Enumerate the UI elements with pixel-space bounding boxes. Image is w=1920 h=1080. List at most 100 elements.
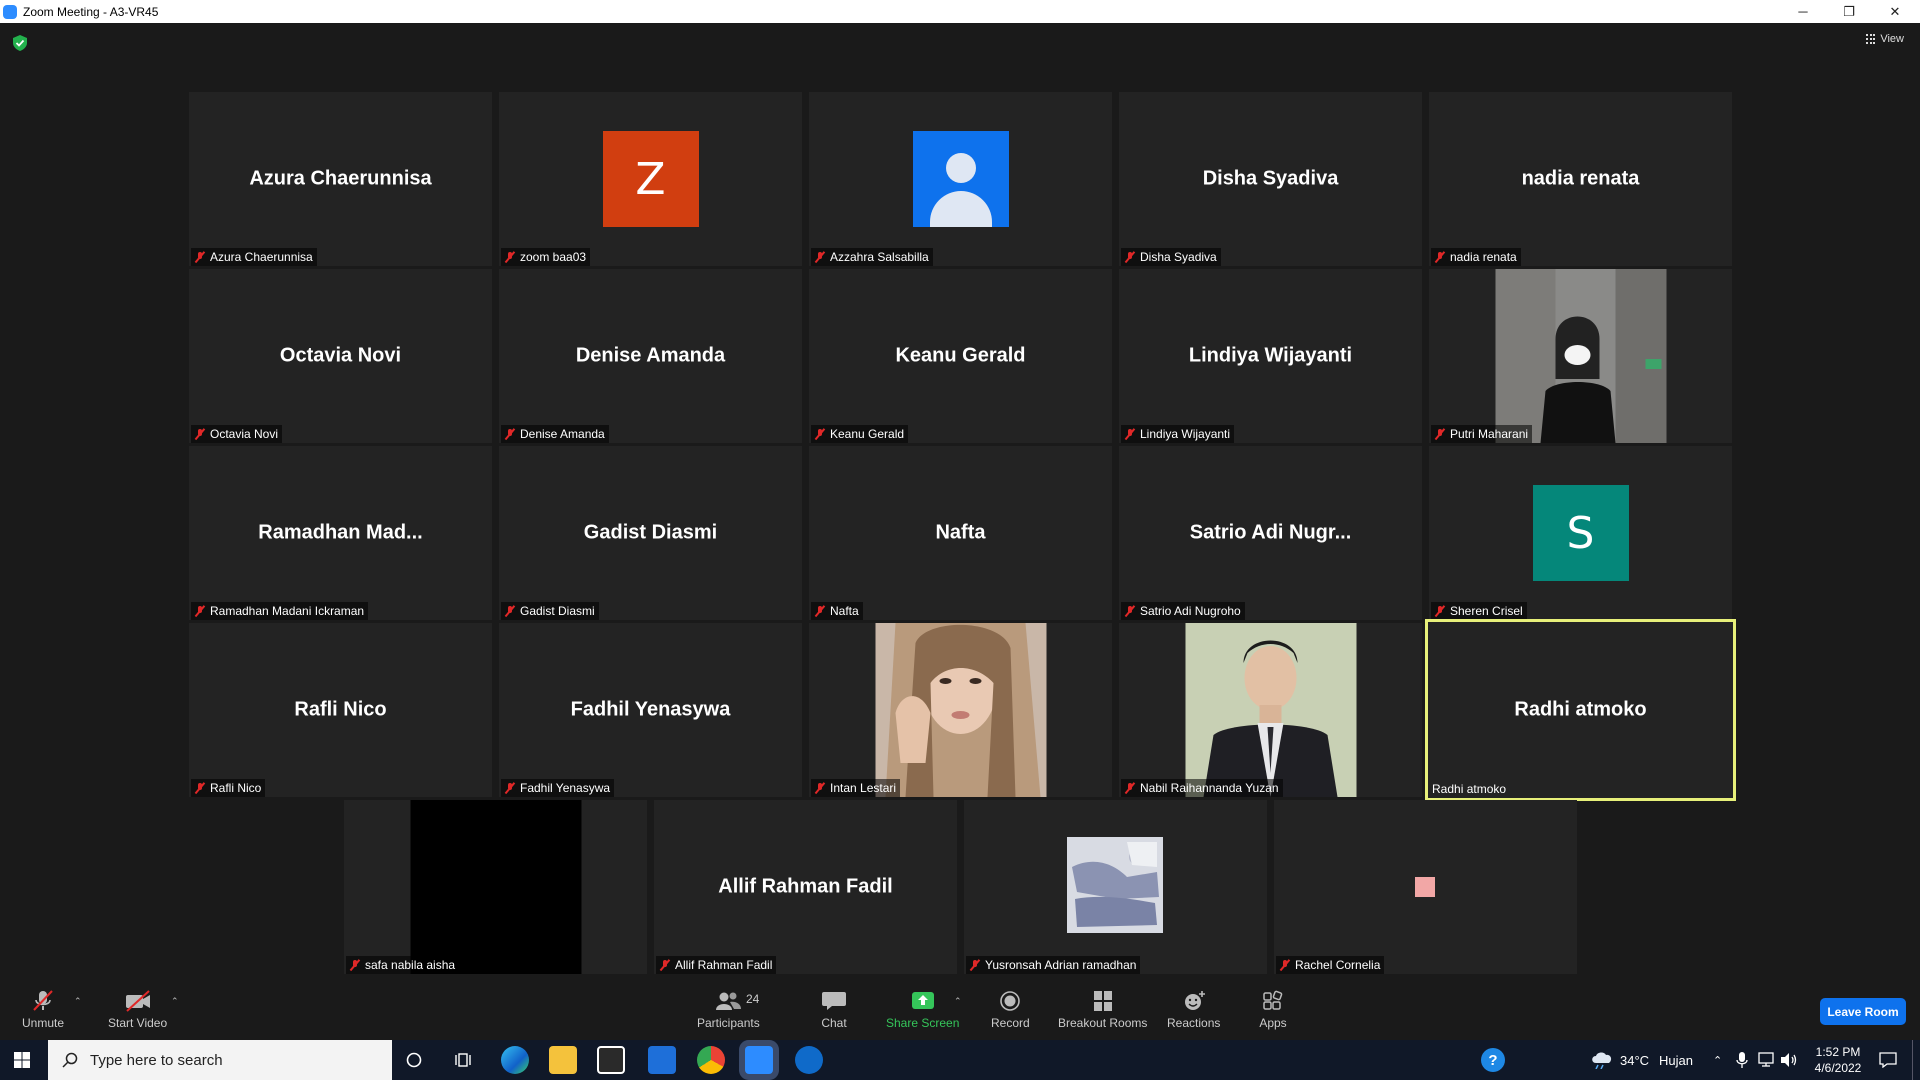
participant-tile[interactable]: safa nabila aisha	[344, 800, 647, 974]
name-label: Putri Maharani	[1431, 425, 1533, 443]
participant-display-name: Fadhil Yenasywa	[570, 698, 731, 721]
participant-tile[interactable]: Rafli Nico Rafli Nico	[189, 623, 492, 797]
tray-overflow-chevron-icon[interactable]: ⌃	[1713, 1040, 1722, 1080]
participant-display-name: Ramadhan Mad...	[258, 521, 423, 544]
taskbar-search-box[interactable]: Type here to search	[48, 1040, 392, 1080]
apps-button[interactable]: Apps	[1259, 990, 1287, 1030]
participant-tile[interactable]: Fadhil Yenasywa Fadhil Yenasywa	[499, 623, 802, 797]
cortana-icon[interactable]	[406, 1052, 422, 1068]
show-desktop-divider[interactable]	[1912, 1040, 1913, 1080]
participant-tile[interactable]: nadia renata nadia renata	[1429, 92, 1732, 266]
active-speaker-tile[interactable]: Radhi atmoko Radhi atmoko	[1425, 619, 1736, 801]
close-button[interactable]: ✕	[1872, 0, 1918, 23]
clock-time: 1:52 PM	[1815, 1045, 1861, 1059]
participant-tile[interactable]: Keanu Gerald Keanu Gerald	[809, 269, 1112, 443]
zoom-taskbar-icon[interactable]	[745, 1046, 773, 1074]
name-label: Gadist Diasmi	[501, 602, 599, 620]
help-icon[interactable]: ?	[1481, 1048, 1505, 1072]
chat-button[interactable]: Chat	[820, 990, 848, 1030]
microsoft-store-icon[interactable]	[597, 1046, 625, 1074]
participant-display-name: Disha Syadiva	[1202, 167, 1339, 190]
video-options-chevron-icon[interactable]: ⌃	[171, 996, 179, 1007]
participant-tile[interactable]: Putri Maharani	[1429, 269, 1732, 443]
reactions-button[interactable]: Reactions	[1167, 990, 1220, 1030]
notifications-icon[interactable]	[1879, 1052, 1897, 1068]
weather-widget[interactable]: 34°C Hujan	[1590, 1040, 1693, 1080]
participant-tile[interactable]: S Sheren Crisel	[1429, 446, 1732, 620]
participant-tile[interactable]: Yusronsah Adrian ramadhan	[964, 800, 1267, 974]
grid-view-icon	[1866, 34, 1876, 44]
teamviewer-icon[interactable]	[795, 1046, 823, 1074]
minimize-button[interactable]: ─	[1780, 0, 1826, 23]
name-label-text: Octavia Novi	[210, 427, 279, 441]
person-icon	[912, 131, 1009, 227]
avatar: Z	[602, 131, 699, 227]
muted-mic-icon	[504, 251, 516, 263]
windows-start-icon[interactable]	[14, 1052, 30, 1068]
muted-mic-icon	[33, 990, 53, 1011]
muted-mic-icon	[969, 959, 981, 971]
participants-icon	[716, 992, 742, 1010]
mail-icon[interactable]	[648, 1046, 676, 1074]
record-button[interactable]: Record	[991, 990, 1030, 1030]
muted-mic-icon	[504, 428, 516, 440]
participant-tile[interactable]: Lindiya Wijayanti Lindiya Wijayanti	[1119, 269, 1422, 443]
rain-cloud-icon	[1592, 1052, 1612, 1069]
name-label-text: nadia renata	[1450, 250, 1517, 264]
window-title: Zoom Meeting - A3-VR45	[23, 4, 159, 19]
file-explorer-icon[interactable]	[549, 1046, 577, 1074]
leave-room-button[interactable]: Leave Room	[1820, 998, 1906, 1025]
muted-mic-icon	[1124, 428, 1136, 440]
participant-display-name: Lindiya Wijayanti	[1188, 344, 1353, 367]
name-label-text: Rafli Nico	[210, 781, 262, 795]
name-label-text: Allif Rahman Fadil	[675, 958, 773, 972]
participant-tile[interactable]: Ramadhan Mad... Ramadhan Madani Ickraman	[189, 446, 492, 620]
unmute-button[interactable]: Unmute	[22, 990, 64, 1030]
name-label: Keanu Gerald	[811, 425, 909, 443]
participant-tile[interactable]: Allif Rahman Fadil Allif Rahman Fadil	[654, 800, 957, 974]
name-label-text: Denise Amanda	[520, 427, 605, 441]
participant-tile[interactable]: Nafta Nafta	[809, 446, 1112, 620]
participant-tile[interactable]: Disha Syadiva Disha Syadiva	[1119, 92, 1422, 266]
view-button[interactable]: View	[1866, 33, 1904, 45]
microphone-icon[interactable]	[1736, 1052, 1748, 1068]
security-shield-icon[interactable]	[13, 35, 27, 51]
volume-icon[interactable]	[1780, 1052, 1798, 1068]
edge-browser-icon[interactable]	[501, 1046, 529, 1074]
audio-options-chevron-icon[interactable]: ⌃	[74, 996, 82, 1007]
breakout-rooms-button[interactable]: Breakout Rooms	[1058, 990, 1147, 1030]
participant-tile[interactable]: Azzahra Salsabilla	[809, 92, 1112, 266]
muted-mic-icon	[814, 251, 826, 263]
share-screen-button[interactable]: Share Screen	[886, 990, 959, 1030]
participant-tile[interactable]: Intan Lestari	[809, 623, 1112, 797]
restore-button[interactable]: ❐	[1826, 0, 1872, 23]
task-view-icon[interactable]	[454, 1051, 472, 1069]
name-label: Denise Amanda	[501, 425, 609, 443]
zoom-app-icon	[3, 4, 17, 19]
name-label: Nafta	[811, 602, 863, 620]
participant-tile[interactable]: Rachel Cornelia	[1274, 800, 1577, 974]
name-label: Disha Syadiva	[1121, 248, 1221, 266]
muted-mic-icon	[1434, 428, 1446, 440]
participant-tile[interactable]: Gadist Diasmi Gadist Diasmi	[499, 446, 802, 620]
participant-tile[interactable]: Z zoom baa03	[499, 92, 802, 266]
name-label-text: Fadhil Yenasywa	[520, 781, 611, 795]
meeting-toolbar: Unmute ⌃ Start Video ⌃ Participants 24 C…	[0, 978, 1920, 1040]
participant-tile[interactable]: Denise Amanda Denise Amanda	[499, 269, 802, 443]
start-video-button[interactable]: Start Video	[108, 990, 167, 1030]
name-label-text: Keanu Gerald	[830, 427, 905, 441]
name-label: Sheren Crisel	[1431, 602, 1527, 620]
record-icon	[1000, 991, 1021, 1011]
share-options-chevron-icon[interactable]: ⌃	[954, 996, 962, 1007]
taskbar-clock[interactable]: 1:52 PM 4/6/2022	[1812, 1044, 1864, 1076]
chrome-browser-icon[interactable]	[697, 1046, 725, 1074]
participant-tile[interactable]: Satrio Adi Nugr... Satrio Adi Nugroho	[1119, 446, 1422, 620]
search-icon	[62, 1052, 78, 1068]
participant-tile[interactable]: Azura Chaerunnisa Azura Chaerunnisa	[189, 92, 492, 266]
search-placeholder: Type here to search	[90, 1051, 223, 1069]
name-label: Nabil Raihannanda Yuzan	[1121, 779, 1283, 797]
participants-label: Participants	[697, 1016, 760, 1030]
network-icon[interactable]	[1758, 1052, 1776, 1068]
participant-tile[interactable]: Nabil Raihannanda Yuzan	[1119, 623, 1422, 797]
participant-tile[interactable]: Octavia Novi Octavia Novi	[189, 269, 492, 443]
